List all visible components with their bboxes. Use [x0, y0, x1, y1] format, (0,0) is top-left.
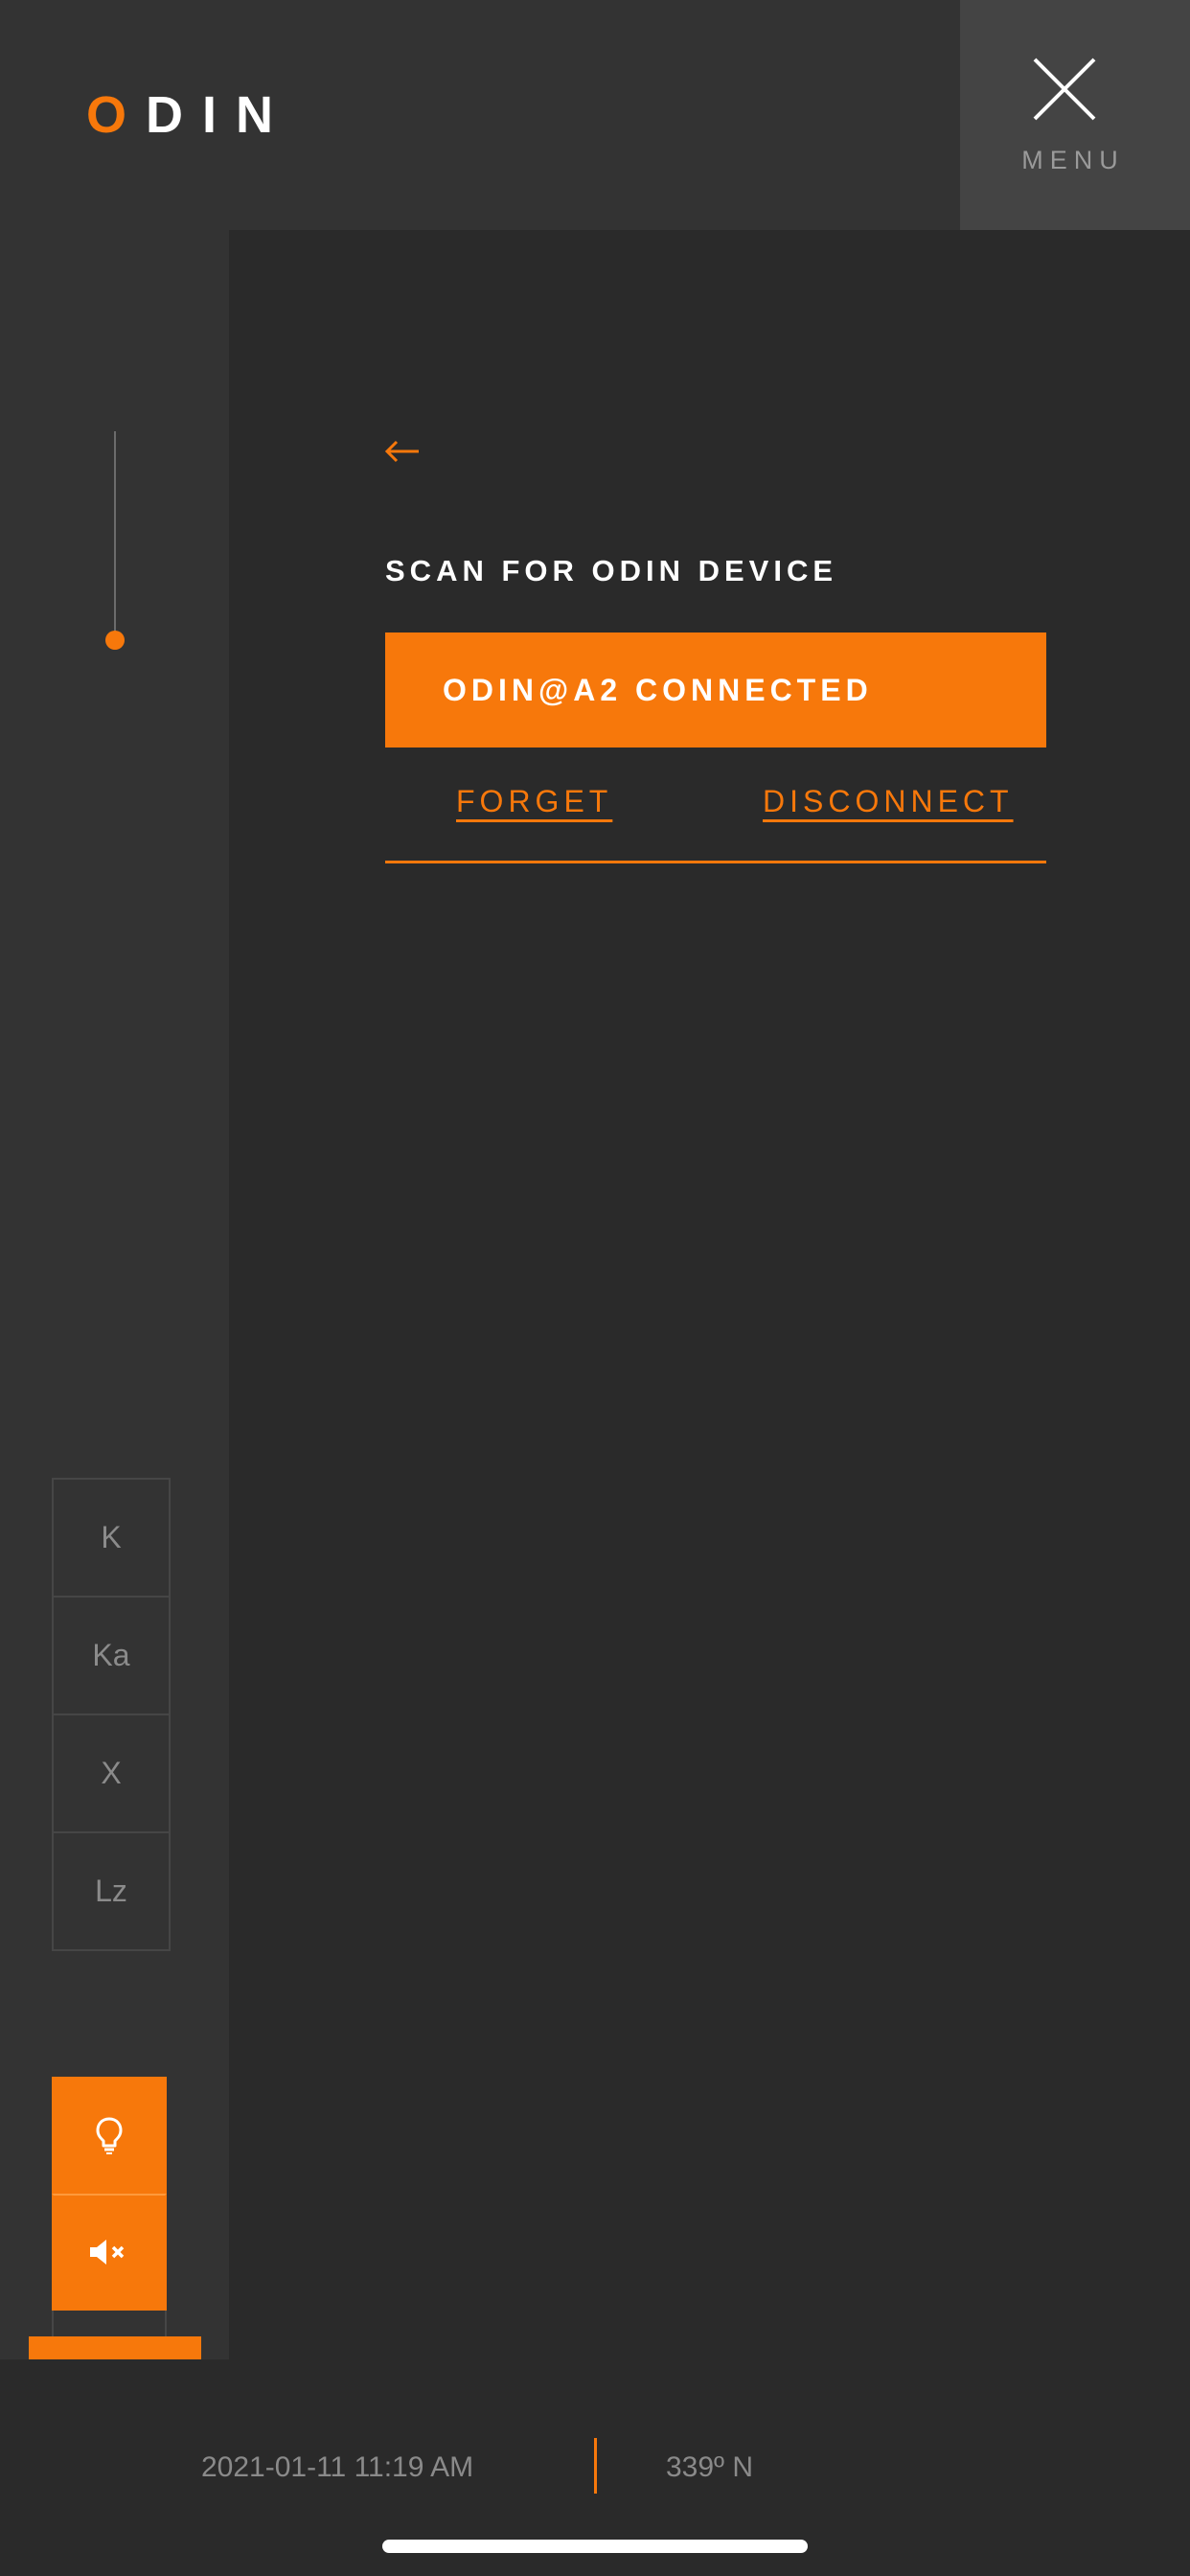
forget-button[interactable]: FORGET [456, 784, 612, 819]
close-icon [1033, 58, 1096, 121]
logo-text: DIN [146, 86, 293, 144]
heading-readout: 339º N [666, 2451, 754, 2483]
light-toggle-button[interactable] [52, 2077, 167, 2194]
level-slider-track[interactable] [114, 431, 116, 637]
band-lz-button[interactable]: Lz [54, 1833, 169, 1949]
band-selector: K Ka X Lz [52, 1478, 171, 1951]
band-k-button[interactable]: K [54, 1480, 169, 1598]
page-title: SCAN FOR ODIN DEVICE [385, 554, 838, 587]
level-slider-handle[interactable] [105, 631, 125, 650]
menu-label: MENU [1021, 146, 1125, 174]
band-ka-button[interactable]: Ka [54, 1598, 169, 1715]
odin-logo: ODIN [86, 84, 292, 146]
footer-status-bar: 2021-01-11 11:19 AM 339º N [0, 2359, 1190, 2576]
footer-separator [594, 2438, 597, 2494]
sidebar-expand-tab[interactable] [29, 2336, 201, 2359]
connected-device-button[interactable]: ODIN@A2 CONNECTED [385, 632, 1046, 748]
disconnect-button[interactable]: DISCONNECT [763, 784, 1014, 819]
mute-toggle-button[interactable] [52, 2194, 167, 2311]
main-panel: SCAN FOR ODIN DEVICE ODIN@A2 CONNECTED F… [229, 230, 1190, 2359]
datetime-readout: 2021-01-11 11:19 AM [201, 2451, 474, 2483]
home-indicator[interactable] [382, 2540, 808, 2553]
mute-icon [90, 2240, 125, 2265]
divider [385, 861, 1046, 863]
back-arrow-icon[interactable] [384, 437, 423, 466]
band-x-button[interactable]: X [54, 1715, 169, 1833]
lightbulb-icon [96, 2117, 123, 2154]
logo-accent-letter: O [86, 86, 147, 144]
sidebar: K Ka X Lz [0, 230, 229, 2544]
menu-close-button[interactable]: MENU [960, 0, 1190, 230]
top-bar: ODIN [0, 0, 960, 230]
